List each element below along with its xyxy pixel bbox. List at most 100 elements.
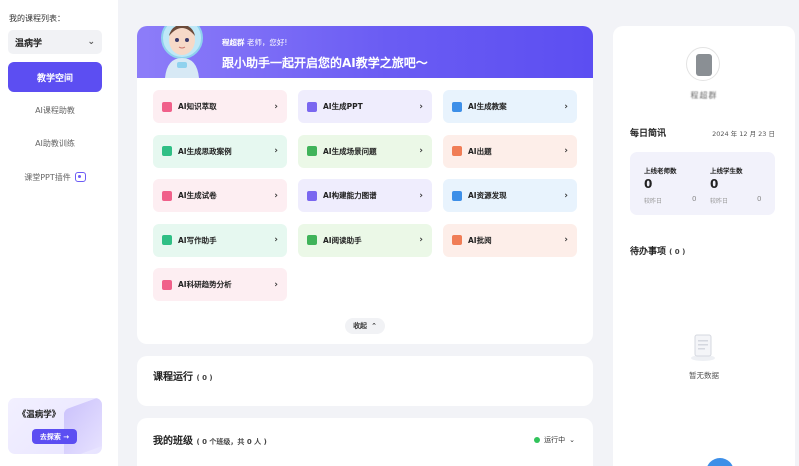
chevron-right-icon: › <box>564 146 568 156</box>
tool-tile-label: AI批阅 <box>468 235 492 245</box>
tool-tile-label: AI生成试卷 <box>178 191 217 200</box>
tool-tile[interactable]: AI生成PPT › <box>298 90 432 123</box>
user-name: 程超群 <box>690 91 718 100</box>
tool-grid: AI知识萃取 › AI生成PPT › AI生成教案 › AI生成思政案例 › AI生成场景问题 ›… <box>153 90 577 302</box>
chevron-right-icon: › <box>419 101 423 112</box>
chevron-right-icon: › <box>564 235 568 245</box>
chart-icon <box>162 279 172 290</box>
tool-tile[interactable]: AI生成试卷 › <box>153 179 287 212</box>
students-prev-value: 0 <box>757 195 762 203</box>
nav-item-label: AI课程助教 <box>35 105 75 115</box>
students-online-label: 上线学生数 <box>710 167 743 175</box>
tool-tile-label: AI生成教案 <box>468 102 507 111</box>
class-status-dropdown[interactable]: 运行中 ⌄ <box>534 433 575 447</box>
my-classes-card: 我的班级 ( 0 个班级，共 0 人 ) 运行中 ⌄ <box>137 418 593 466</box>
my-classes-title: 我的班级 ( 0 个班级，共 0 人 ) <box>153 432 267 447</box>
lesson-plan-icon <box>452 101 462 112</box>
nav-item-label: AI助教训练 <box>35 138 75 148</box>
tool-tile[interactable]: AI出题 › <box>443 134 577 168</box>
resource-icon <box>452 190 462 201</box>
my-classes-summary: ( 0 个班级，共 0 人 ) <box>196 438 267 446</box>
teachers-online-value: 0 <box>644 177 653 191</box>
tool-tile[interactable]: AI构建能力图谱 › <box>298 179 432 212</box>
students-online-value: 0 <box>710 177 719 191</box>
todo-title: 待办事项 ( 0 ) <box>630 244 685 257</box>
tool-tile[interactable]: AI阅读助手 › <box>298 223 432 257</box>
tool-tile-label: AI生成场景问题 <box>323 146 377 156</box>
nav-teaching-space[interactable]: 教学空间 <box>8 62 102 92</box>
avatar[interactable] <box>686 47 720 81</box>
knowledge-icon <box>162 101 172 112</box>
tool-tile-label: AI资源发现 <box>468 191 507 200</box>
chevron-right-icon: › <box>274 146 278 156</box>
chevron-right-icon: › <box>274 235 278 245</box>
tool-tile-label: AI生成思政案例 <box>178 146 232 156</box>
chevron-right-icon: › <box>419 235 423 245</box>
chevron-right-icon: › <box>274 101 278 112</box>
ai-tools-card: 程超群 老师，您好! 跟小助手一起开启您的AI教学之旅吧～ AI知识萃取 › AI生… <box>137 26 593 344</box>
section-title-text: 课程运行 <box>153 372 193 383</box>
status-dot-icon <box>534 437 541 443</box>
nav-ppt-plugin[interactable]: 课堂PPT插件 <box>8 166 102 188</box>
course-select[interactable]: 温病学 ⌄ <box>8 30 102 54</box>
banner-headline: 跟小助手一起开启您的AI教学之旅吧～ <box>222 56 428 70</box>
teachers-online-label: 上线老师数 <box>644 167 677 175</box>
welcome-banner: 程超群 老师，您好! 跟小助手一起开启您的AI教学之旅吧～ <box>137 26 593 78</box>
tool-tile[interactable]: AI生成场景问题 › <box>298 134 432 168</box>
ppt-icon <box>307 101 317 112</box>
graph-icon <box>307 190 317 201</box>
sidebar: 我的课程列表： 温病学 ⌄ 教学空间 AI课程助教 AI助教训练 课堂PPT插件… <box>0 0 118 466</box>
greeting-line: 程超群 老师，您好! <box>222 37 287 48</box>
teacher-name: 程超群 <box>222 38 245 47</box>
tool-tile-label: AI构建能力图谱 <box>323 191 377 200</box>
section-title-text: 我的班级 <box>153 436 193 447</box>
tool-tile-label: AI生成PPT <box>323 102 363 111</box>
promo-title: 《温病学》 <box>17 410 61 420</box>
tool-tile[interactable]: AI科研趋势分析 › <box>153 268 287 301</box>
tool-tile[interactable]: AI知识萃取 › <box>153 90 287 123</box>
nav-ai-assistant-training[interactable]: AI助教训练 <box>8 132 102 154</box>
plugin-icon <box>74 172 86 182</box>
empty-state-text: 暂无数据 <box>689 371 719 380</box>
nav-item-label: 课堂PPT插件 <box>24 172 71 182</box>
course-running-title: 课程运行 ( 0 ) <box>153 368 213 383</box>
tool-tile-label: AI阅读助手 <box>323 235 362 245</box>
greeting-text: 老师，您好! <box>246 38 288 47</box>
grading-icon <box>452 235 462 245</box>
chevron-right-icon: › <box>274 279 278 290</box>
course-running-count: ( 0 ) <box>196 374 213 382</box>
document-icon <box>162 146 172 156</box>
tool-tile-label: AI写作助手 <box>178 235 217 245</box>
promo-card: 《温病学》 去探索 → <box>8 398 102 454</box>
course-running-card: 课程运行 ( 0 ) <box>137 356 593 406</box>
exam-icon <box>162 190 172 201</box>
chevron-right-icon: › <box>419 190 423 201</box>
tool-tile[interactable]: AI生成教案 › <box>443 90 577 123</box>
chevron-up-icon: ⌃ <box>371 322 377 330</box>
collapse-button[interactable]: 收起 ⌃ <box>345 318 385 334</box>
tool-tile[interactable]: AI生成思政案例 › <box>153 134 287 168</box>
teachers-prev-value: 0 <box>692 195 697 203</box>
tool-tile[interactable]: AI批阅 › <box>443 223 577 257</box>
todo-count: ( 0 ) <box>669 248 686 256</box>
online-stats: 上线老师数 0 较昨日 0 上线学生数 0 较昨日 0 <box>630 152 775 215</box>
tool-tile-label: AI出题 <box>468 146 492 156</box>
course-select-value: 温病学 <box>15 38 43 49</box>
chevron-right-icon: › <box>564 190 568 201</box>
course-list-label: 我的课程列表： <box>9 14 65 23</box>
explore-button[interactable]: 去探索 → <box>32 429 77 444</box>
nav-ai-course-assistant[interactable]: AI课程助教 <box>8 99 102 121</box>
students-prev-label: 较昨日 <box>710 198 729 205</box>
chevron-right-icon: › <box>419 146 423 156</box>
daily-news-title: 每日简讯 <box>630 129 667 139</box>
tool-tile-label: AI科研趋势分析 <box>178 280 232 289</box>
robot-mascot-icon <box>161 26 203 78</box>
chevron-down-icon: ⌄ <box>569 436 575 444</box>
chevron-right-icon: › <box>564 101 568 112</box>
promo-decoration <box>64 398 102 454</box>
tool-tile[interactable]: AI资源发现 › <box>443 179 577 212</box>
tool-tile[interactable]: AI写作助手 › <box>153 223 287 257</box>
empty-clipboard-icon <box>691 334 715 361</box>
tool-tile-label: AI知识萃取 <box>178 102 217 111</box>
chevron-down-icon: ⌄ <box>87 37 95 47</box>
